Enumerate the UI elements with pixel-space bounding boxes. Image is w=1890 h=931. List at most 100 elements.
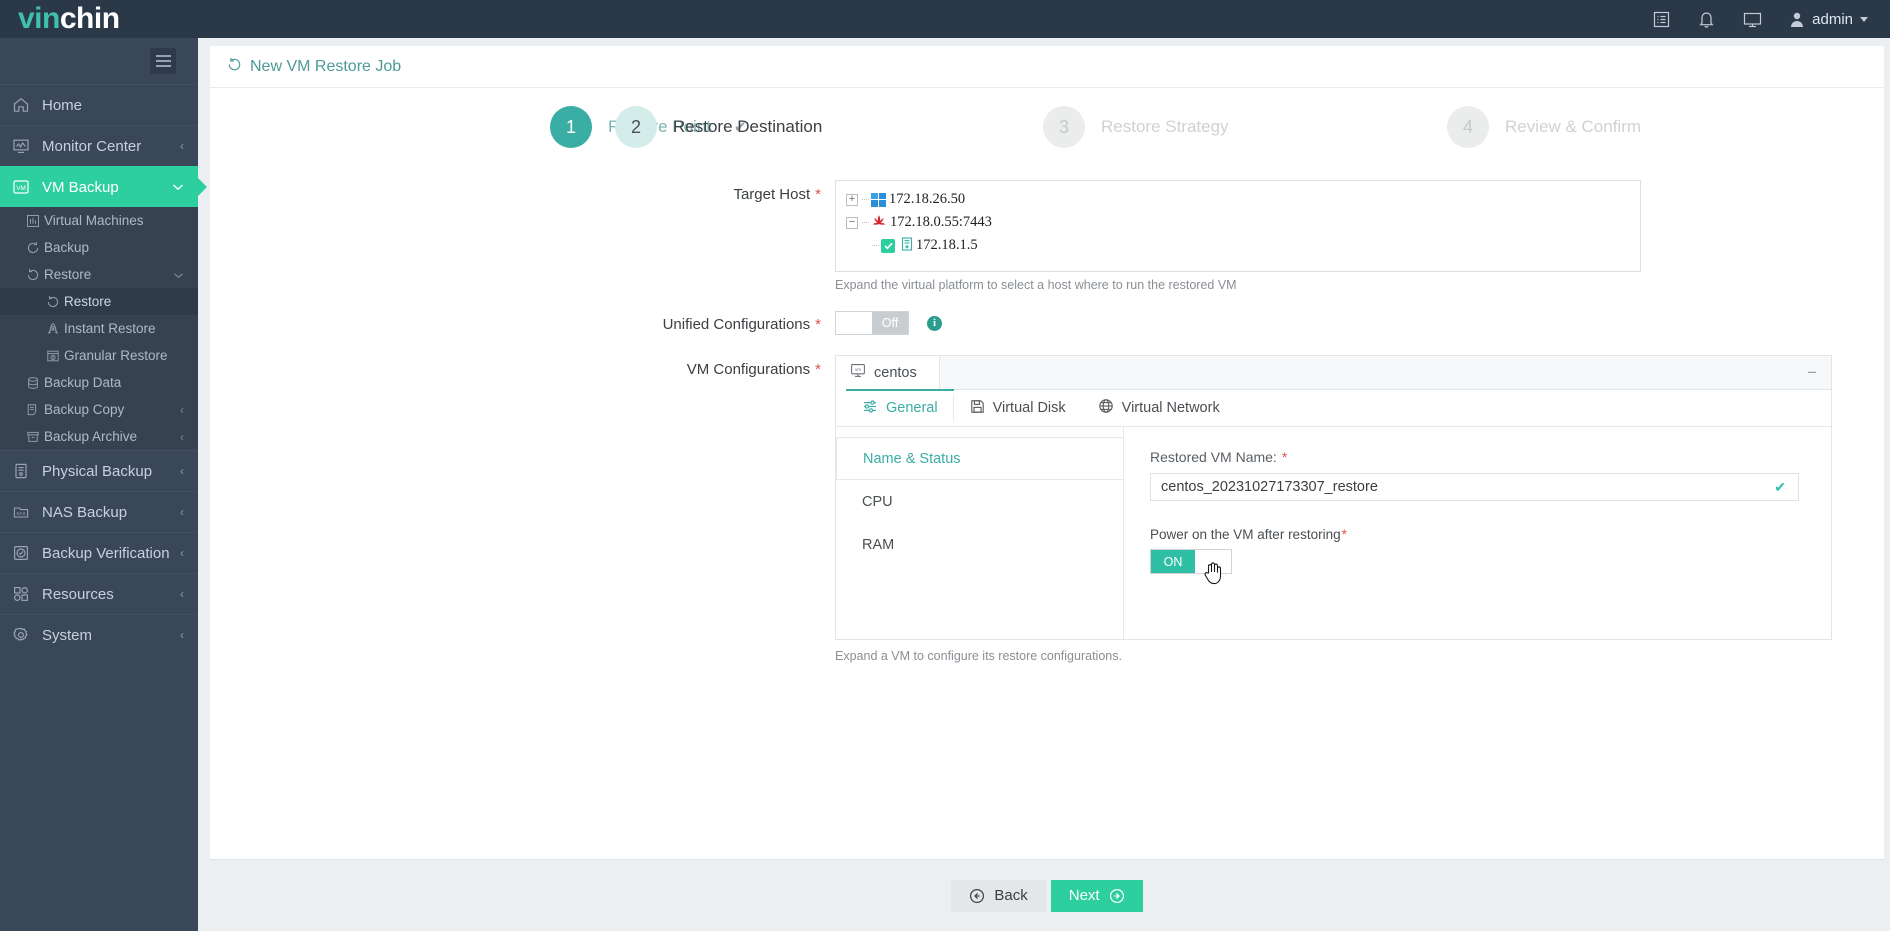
info-icon[interactable]: i bbox=[927, 315, 942, 331]
sidebar-item-system[interactable]: System ‹ bbox=[0, 614, 198, 655]
restored-vm-name-input[interactable]: centos_20231027173307_restore ✔ bbox=[1150, 473, 1799, 501]
power-on-toggle[interactable]: ON bbox=[1150, 549, 1232, 574]
brand-logo-part2: chin bbox=[59, 2, 120, 35]
restored-vm-name-label: Restored VM Name: * bbox=[1150, 449, 1799, 465]
huawei-icon bbox=[871, 214, 887, 231]
unified-configurations-label: Unified Configurations * bbox=[210, 310, 835, 335]
restore-icon bbox=[42, 295, 64, 309]
sidebar-item-backup-copy[interactable]: Backup Copy ‹ bbox=[0, 396, 198, 423]
sidebar-item-backup-verification[interactable]: Backup Verification ‹ bbox=[0, 532, 198, 573]
collapse-icon[interactable]: − bbox=[1807, 364, 1817, 381]
tree-connector bbox=[862, 222, 869, 223]
bell-icon[interactable] bbox=[1697, 9, 1716, 29]
chevron-down-icon bbox=[172, 180, 184, 194]
step-restore-destination[interactable]: 2 Restore Destination bbox=[615, 106, 1043, 148]
vm-monitor-icon: vm bbox=[850, 363, 866, 382]
step-label: Restore Strategy bbox=[1101, 117, 1229, 136]
sidebar-item-label: Backup Copy bbox=[44, 402, 125, 417]
sidebar-item-label: NAS Backup bbox=[42, 503, 128, 521]
tree-connector bbox=[872, 245, 879, 246]
step-review-confirm[interactable]: 4 Review & Confirm bbox=[1447, 106, 1641, 148]
expand-toggle-icon[interactable]: + bbox=[846, 193, 858, 206]
target-host-row: Target Host * + 172.18.26.50 − 172.18.0.… bbox=[210, 180, 1884, 292]
top-bar-actions: admin bbox=[1652, 9, 1890, 29]
user-name: admin bbox=[1812, 10, 1853, 28]
list-icon[interactable] bbox=[1652, 10, 1671, 29]
user-menu[interactable]: admin bbox=[1789, 11, 1868, 28]
toggle-state-label: Off bbox=[872, 312, 908, 334]
tab-label: Virtual Network bbox=[1121, 400, 1220, 416]
sidebar-item-label: System bbox=[42, 626, 93, 644]
sidebar-item-virtual-machines[interactable]: Virtual Machines bbox=[0, 207, 198, 234]
sidebar-item-nas-backup[interactable]: NAS NAS Backup ‹ bbox=[0, 491, 198, 532]
svg-text:vm: vm bbox=[855, 367, 861, 372]
brand-logo[interactable]: vinchin bbox=[0, 4, 120, 34]
vm-side-item-cpu[interactable]: CPU bbox=[836, 480, 1123, 523]
tree-node[interactable]: − 172.18.0.55:7443 bbox=[846, 211, 1640, 234]
sidebar-item-backup-data[interactable]: Backup Data bbox=[0, 369, 198, 396]
vm-config-panel: vm centos − General Virtual Disk Virtual… bbox=[835, 355, 1832, 640]
sidebar-item-resources[interactable]: Resources ‹ bbox=[0, 573, 198, 614]
sidebar-item-physical-backup[interactable]: Physical Backup ‹ bbox=[0, 450, 198, 491]
sidebar-item-instant-restore[interactable]: Instant Restore bbox=[0, 315, 198, 342]
sidebar-item-vm-backup[interactable]: VM VM Backup bbox=[0, 166, 198, 207]
app-root: vinchin admin Home Monitor Center ‹ VM V… bbox=[0, 0, 1890, 931]
toggle-knob bbox=[836, 312, 872, 334]
vm-configurations-row: VM Configurations * vm centos − General … bbox=[210, 355, 1884, 663]
tab-general[interactable]: General bbox=[846, 389, 954, 426]
vm-icon: VM bbox=[0, 178, 42, 196]
tree-node[interactable]: 172.18.1.5 bbox=[846, 234, 1640, 257]
granular-icon bbox=[42, 349, 64, 363]
monitor-chart-icon bbox=[0, 137, 42, 155]
unified-configurations-toggle[interactable]: Off bbox=[835, 311, 909, 335]
windows-icon bbox=[871, 192, 886, 207]
sidebar-item-granular-restore[interactable]: Granular Restore bbox=[0, 342, 198, 369]
monitor-icon[interactable] bbox=[1742, 10, 1763, 29]
sidebar-item-backup[interactable]: Backup bbox=[0, 234, 198, 261]
sidebar-item-label: Backup Verification bbox=[42, 544, 170, 562]
sidebar-item-backup-archive[interactable]: Backup Archive ‹ bbox=[0, 423, 198, 450]
vm-configurations-label: VM Configurations * bbox=[210, 355, 835, 663]
power-on-label: Power on the VM after restoring* bbox=[1150, 527, 1799, 542]
target-host-field: + 172.18.26.50 − 172.18.0.55:7443 172.18… bbox=[835, 180, 1884, 292]
tab-label: Virtual Disk bbox=[992, 400, 1066, 416]
target-host-label: Target Host * bbox=[210, 180, 835, 292]
chevron-left-icon: ‹ bbox=[180, 429, 184, 444]
sidebar-item-home[interactable]: Home bbox=[0, 84, 198, 125]
tab-virtual-network[interactable]: Virtual Network bbox=[1082, 390, 1236, 426]
tree-node[interactable]: + 172.18.26.50 bbox=[846, 188, 1640, 211]
sidebar-item-monitor-center[interactable]: Monitor Center ‹ bbox=[0, 125, 198, 166]
tab-virtual-disk[interactable]: Virtual Disk bbox=[954, 390, 1082, 426]
target-host-tree[interactable]: + 172.18.26.50 − 172.18.0.55:7443 172.18… bbox=[835, 180, 1641, 272]
next-button[interactable]: Next bbox=[1050, 879, 1143, 912]
sidebar-item-restore[interactable]: Restore bbox=[0, 288, 198, 315]
step-restore-point[interactable]: 1 Restore Point ✔ bbox=[210, 106, 747, 148]
sidebar-item-label: Restore bbox=[44, 267, 92, 282]
avatar-icon bbox=[1791, 12, 1804, 27]
back-button[interactable]: Back bbox=[951, 879, 1046, 912]
sidebar-item-label: Backup bbox=[44, 240, 90, 255]
brand-logo-part1: vin bbox=[18, 2, 60, 35]
home-icon bbox=[0, 96, 42, 114]
vm-side-item-ram[interactable]: RAM bbox=[836, 523, 1123, 566]
unified-configurations-field: Off i bbox=[835, 310, 1884, 335]
top-bar: vinchin admin bbox=[0, 0, 1890, 38]
vm-config-main: Restored VM Name: * centos_20231027173307… bbox=[1124, 427, 1831, 639]
svg-text:VM: VM bbox=[16, 185, 26, 192]
chevron-left-icon: ‹ bbox=[180, 628, 184, 642]
sidebar-item-label: VM Backup bbox=[42, 178, 119, 196]
vm-side-item-name-status[interactable]: Name & Status bbox=[836, 437, 1123, 480]
refresh-icon bbox=[22, 241, 44, 255]
step-restore-strategy[interactable]: 3 Restore Strategy bbox=[1043, 106, 1447, 148]
chevron-left-icon: ‹ bbox=[180, 587, 184, 601]
tree-node-label: 172.18.1.5 bbox=[916, 237, 978, 253]
collapse-toggle-icon[interactable]: − bbox=[846, 216, 858, 229]
vm-config-sidebar: Name & Status CPU RAM bbox=[836, 427, 1124, 639]
vm-tab-centos[interactable]: vm centos bbox=[836, 355, 940, 390]
checkbox-checked[interactable] bbox=[881, 238, 895, 253]
sidebar-item-restore-group[interactable]: Restore bbox=[0, 261, 198, 288]
floppy-disk-icon bbox=[970, 399, 985, 418]
rocket-icon bbox=[42, 322, 64, 336]
sidebar-item-label: Resources bbox=[42, 585, 114, 603]
hamburger-icon[interactable] bbox=[150, 48, 176, 74]
